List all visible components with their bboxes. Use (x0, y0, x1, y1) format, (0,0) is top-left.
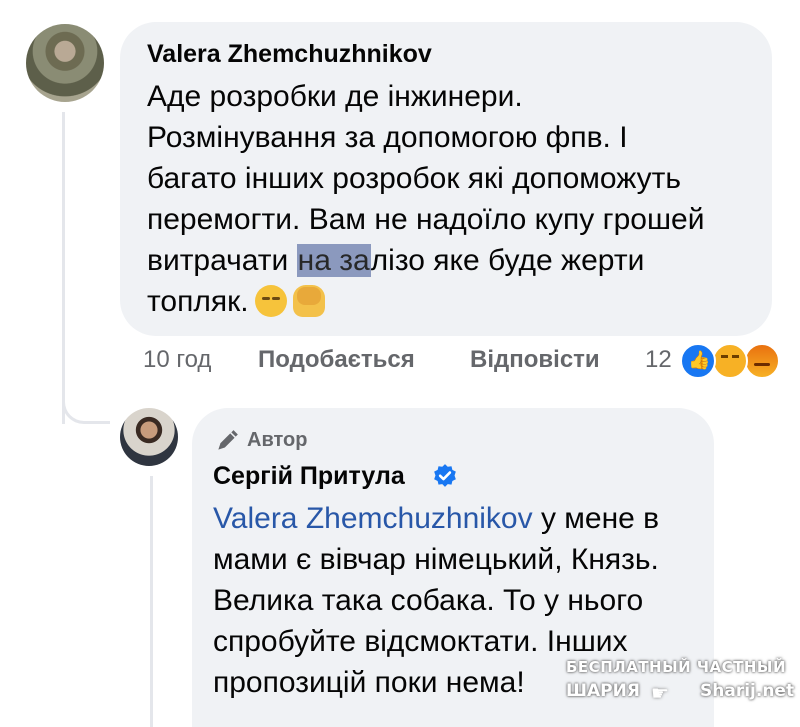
comment-line: перемогти. Вам не надоїло купу грошей (147, 203, 705, 236)
reaction-count[interactable]: 12 (645, 346, 672, 374)
comment-text-segment: лізо яке буде жерти (370, 244, 645, 277)
verified-badge-icon (434, 464, 456, 487)
reply-line: Велика така собака. То у нього (213, 584, 644, 617)
reply-line: мами є вівчар німецький, Князь. (213, 543, 659, 576)
reply-thread-line (150, 476, 153, 727)
haha-reaction-icon[interactable] (712, 343, 748, 379)
watermark-text: БЕСПЛАТНЫЙ ЧАСТНЫЙ (566, 658, 787, 676)
angry-reaction-icon[interactable] (744, 343, 780, 379)
reply-line: Valera Zhemchuzhnikov у мене в (213, 498, 713, 539)
reply-button[interactable]: Відповісти (470, 346, 600, 374)
comment-line: багато інших розробок які допоможуть (147, 162, 682, 195)
comment-line: Аде розробки де інжинери. (147, 80, 523, 113)
pensive-face-icon (254, 285, 287, 317)
comment-timestamp[interactable]: 10 год (143, 346, 211, 374)
pencil-icon (218, 430, 238, 450)
pointing-hand-icon: ☛ (651, 683, 669, 705)
author-badge: Автор (247, 429, 308, 451)
like-button[interactable]: Подобається (258, 346, 415, 374)
comment-text: Аде розробки де інжинери. Розмінування з… (147, 76, 767, 322)
like-reaction-icon[interactable] (680, 343, 716, 379)
facepalm-icon (292, 285, 325, 317)
comment-text-segment: топляк. (147, 285, 249, 318)
mention-link[interactable]: Valera Zhemchuzhnikov (213, 502, 533, 535)
thread-line (62, 112, 65, 424)
thread-connector (62, 394, 110, 424)
comment-text-segment: витрачати (147, 244, 297, 277)
comment-line: витрачати на залізо яке буде жерти (147, 240, 767, 281)
reply-line: спробуйте відсмоктати. Інших (213, 625, 628, 658)
avatar[interactable] (26, 24, 104, 102)
reply-avatar[interactable] (120, 408, 178, 466)
reply-text-segment: у мене в (532, 502, 660, 535)
watermark-text: Sharij.net (700, 681, 795, 701)
redacted-text: на за (296, 244, 371, 277)
comment-line: Розмінування за допомогою фпв. І (147, 121, 628, 154)
comment-author-name[interactable]: Valera Zhemchuzhnikov (147, 40, 432, 69)
reply-author-name[interactable]: Сергій Притула (213, 462, 405, 491)
comment-line: топляк. (147, 281, 767, 322)
watermark-text: ШАРИЯ (566, 681, 640, 701)
